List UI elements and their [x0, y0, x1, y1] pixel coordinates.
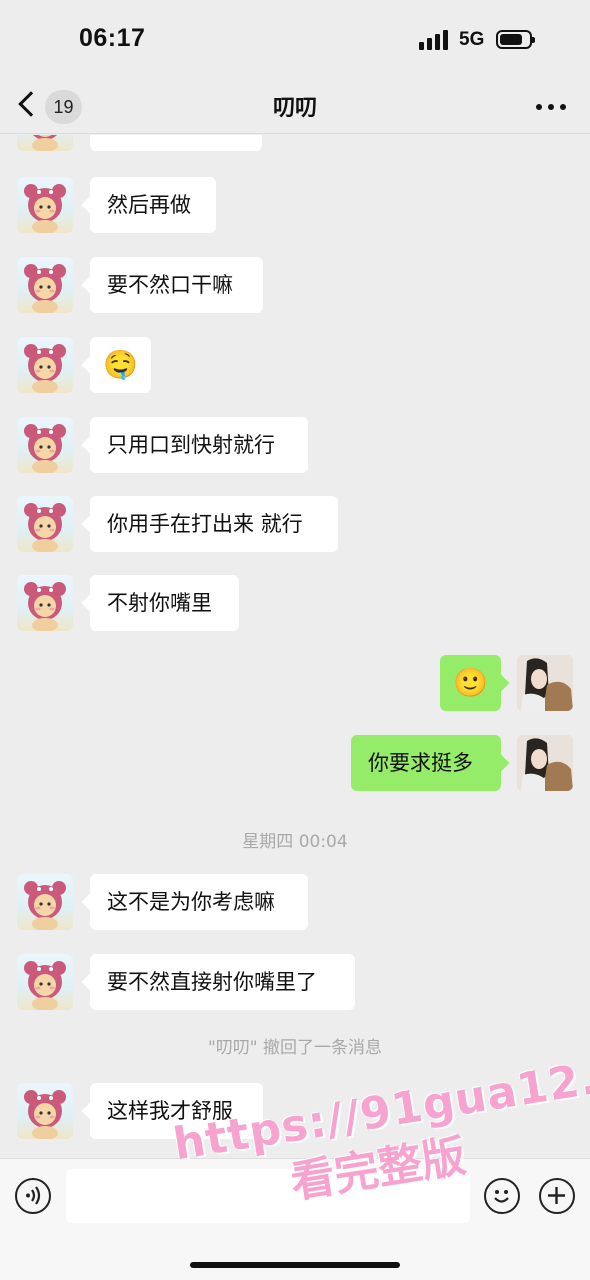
message-bubble[interactable]: 你用手在打出来 就行: [90, 496, 338, 552]
emoji-glyph: 🙂: [453, 666, 488, 699]
contact-avatar[interactable]: [17, 954, 73, 1010]
my-avatar[interactable]: [517, 655, 573, 711]
message-bubble[interactable]: 要不然口干嘛: [90, 257, 263, 313]
contact-avatar[interactable]: [17, 496, 73, 552]
status-bar: 06:17 5G: [0, 0, 590, 80]
message-input[interactable]: [66, 1169, 470, 1223]
recall-notice: "叨叨" 撤回了一条消息: [207, 1038, 383, 1058]
contact-avatar[interactable]: [17, 874, 73, 930]
contact-avatar[interactable]: [17, 257, 73, 313]
message-bubble[interactable]: 只用口到快射就行: [90, 417, 308, 473]
plus-icon[interactable]: [539, 1178, 575, 1214]
emoji-icon[interactable]: [484, 1178, 520, 1214]
emoji-message[interactable]: 🙂: [440, 655, 501, 711]
message-row: 你用手在打出来 就行: [0, 496, 590, 552]
message-row: 要不然口干嘛: [0, 257, 590, 313]
voice-icon[interactable]: [15, 1178, 51, 1214]
contact-avatar[interactable]: [17, 575, 73, 631]
network-label: 5G: [459, 29, 485, 50]
chat-header: 19 叨叨: [0, 80, 590, 134]
message-row: [0, 135, 590, 151]
message-bubble[interactable]: 这样我才舒服: [90, 1083, 263, 1139]
message-row: 🙂: [0, 655, 590, 711]
message-bubble[interactable]: 这不是为你考虑嘛: [90, 874, 308, 930]
message-row: 🤤: [0, 337, 590, 393]
emoji-glyph: 🤤: [103, 348, 138, 381]
message-bubble[interactable]: 然后再做: [90, 177, 216, 233]
home-indicator: [190, 1262, 400, 1268]
message-list[interactable]: 然后再做要不然口干嘛 🤤 只用口到快射就行 你用手在打出来 就行 不射你嘴里 🙂 你要求挺多…: [0, 135, 590, 1158]
timestamp-divider: 星期四 00:04: [242, 832, 348, 852]
message-row: 只用口到快射就行: [0, 417, 590, 473]
message-bubble[interactable]: 不射你嘴里: [90, 575, 239, 631]
message-bubble[interactable]: 你要求挺多: [351, 735, 501, 791]
more-button[interactable]: [536, 100, 568, 114]
contact-avatar[interactable]: [17, 337, 73, 393]
contact-avatar[interactable]: [17, 417, 73, 473]
message-row: 然后再做: [0, 177, 590, 233]
message-row: 要不然直接射你嘴里了: [0, 954, 590, 1010]
signal-icon: [419, 30, 449, 50]
chat-title: 叨叨: [272, 96, 317, 121]
contact-avatar[interactable]: [17, 177, 73, 233]
emoji-message[interactable]: 🤤: [90, 337, 151, 393]
contact-avatar[interactable]: [17, 1083, 73, 1139]
my-avatar[interactable]: [517, 735, 573, 791]
contact-avatar[interactable]: [17, 135, 73, 151]
status-time: 06:17: [79, 24, 146, 52]
message-row: 不射你嘴里: [0, 575, 590, 631]
message-row: 你要求挺多: [0, 735, 590, 791]
message-bubble[interactable]: [90, 135, 262, 151]
message-row: 这不是为你考虑嘛: [0, 874, 590, 930]
message-row: 这样我才舒服: [0, 1083, 590, 1139]
battery-icon: [496, 30, 535, 49]
message-bubble[interactable]: 要不然直接射你嘴里了: [90, 954, 355, 1010]
